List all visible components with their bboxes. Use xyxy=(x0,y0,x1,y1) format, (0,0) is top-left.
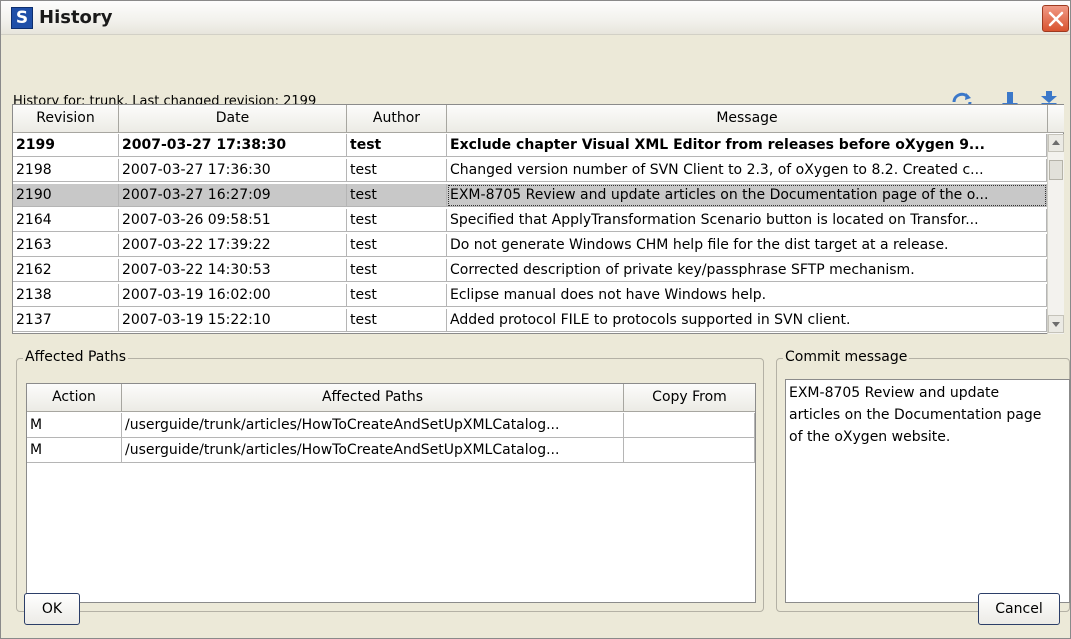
date-cell: 2007-03-27 16:27:09 xyxy=(119,184,347,207)
column-header-action[interactable]: Action xyxy=(27,384,122,412)
cancel-button[interactable]: Cancel xyxy=(978,593,1060,625)
action-cell: M xyxy=(27,438,122,463)
author-cell: test xyxy=(347,259,447,282)
column-header-affected-paths[interactable]: Affected Paths xyxy=(122,384,624,412)
date-cell: 2007-03-26 09:58:51 xyxy=(119,209,347,232)
author-cell: test xyxy=(347,184,447,207)
close-icon xyxy=(1048,11,1064,27)
commit-message-group-label: Commit message xyxy=(783,349,910,365)
affected-paths-table[interactable]: Action Affected Paths Copy From M/usergu… xyxy=(26,383,756,603)
revision-cell: 2163 xyxy=(13,234,119,257)
action-cell: M xyxy=(27,413,122,438)
message-cell: Added protocol FILE to protocols support… xyxy=(447,309,1047,332)
history-dialog: S History History for: trunk. Last chang… xyxy=(0,0,1071,639)
ok-button[interactable]: OK xyxy=(24,593,80,625)
date-cell: 2007-03-19 15:22:10 xyxy=(119,309,347,332)
author-cell: test xyxy=(347,234,447,257)
commit-message-line: of the oXygen website. xyxy=(789,429,951,445)
affected-paths-group-label: Affected Paths xyxy=(23,349,129,365)
column-header-copy-from[interactable]: Copy From xyxy=(624,384,755,412)
message-cell: EXM-8705 Review and update articles on t… xyxy=(447,184,1047,207)
author-cell: test xyxy=(347,284,447,307)
message-cell: Eclipse manual does not have Windows hel… xyxy=(447,284,1047,307)
revision-row[interactable]: 2138 2007-03-19 16:02:00 test Eclipse manua… xyxy=(13,284,1047,307)
message-cell: Specified that ApplyTransformation Scena… xyxy=(447,209,1047,232)
copy-from-cell xyxy=(624,413,755,438)
path-cell: /userguide/trunk/articles/HowToCreateAnd… xyxy=(122,438,624,463)
commit-message-line: articles on the Documentation page xyxy=(789,407,1042,423)
window-title: History xyxy=(39,7,113,28)
author-cell: test xyxy=(347,134,447,157)
column-header-date[interactable]: Date xyxy=(119,105,347,133)
commit-message-text[interactable]: EXM-8705 Review and update articles on t… xyxy=(785,379,1070,603)
message-cell: Corrected description of private key/pas… xyxy=(447,259,1047,282)
author-cell: test xyxy=(347,159,447,182)
svn-app-icon: S xyxy=(11,7,33,29)
revision-table[interactable]: Revision Date Author Message 2199 2007-03… xyxy=(12,104,1064,334)
vertical-scrollbar[interactable] xyxy=(1047,134,1064,334)
message-cell: Exclude chapter Visual XML Editor from r… xyxy=(447,134,1047,157)
date-cell: 2007-03-27 17:36:30 xyxy=(119,159,347,182)
date-cell: 2007-03-27 17:38:30 xyxy=(119,134,347,157)
date-cell: 2007-03-19 16:02:00 xyxy=(119,284,347,307)
column-header-author[interactable]: Author xyxy=(347,105,447,133)
revision-cell: 2199 xyxy=(13,134,119,157)
revision-cell: 2164 xyxy=(13,209,119,232)
scroll-up-icon xyxy=(1052,140,1060,145)
revision-row[interactable]: 2162 2007-03-22 14:30:53 test Corrected des… xyxy=(13,259,1047,282)
commit-message-line: EXM-8705 Review and update xyxy=(789,385,1000,401)
path-cell: /userguide/trunk/articles/HowToCreateAnd… xyxy=(122,413,624,438)
revision-row[interactable]: 2190 2007-03-27 16:27:09 test EXM-8705 Revi… xyxy=(13,184,1047,207)
close-button[interactable] xyxy=(1042,5,1069,32)
date-cell: 2007-03-22 14:30:53 xyxy=(119,259,347,282)
revision-cell: 2137 xyxy=(13,309,119,332)
revision-cell: 2190 xyxy=(13,184,119,207)
message-cell: Changed version number of SVN Client to … xyxy=(447,159,1047,182)
revision-cell: 2162 xyxy=(13,259,119,282)
column-header-message[interactable]: Message xyxy=(447,105,1048,133)
revision-row[interactable]: 2137 2007-03-19 15:22:10 test Added protoco… xyxy=(13,309,1047,332)
revision-cell: 2138 xyxy=(13,284,119,307)
date-cell: 2007-03-22 17:39:22 xyxy=(119,234,347,257)
revision-row[interactable]: 2163 2007-03-22 17:39:22 test Do not genera… xyxy=(13,234,1047,257)
scroll-down-button[interactable] xyxy=(1048,315,1064,333)
revision-row[interactable]: 2164 2007-03-26 09:58:51 test Specified tha… xyxy=(13,209,1047,232)
scrollbar-thumb[interactable] xyxy=(1049,160,1063,180)
title-bar[interactable]: S History xyxy=(1,1,1070,35)
scroll-up-button[interactable] xyxy=(1048,134,1064,152)
author-cell: test xyxy=(347,209,447,232)
author-cell: test xyxy=(347,309,447,332)
revision-row[interactable]: 2198 2007-03-27 17:36:30 test Changed versi… xyxy=(13,159,1047,182)
copy-from-cell xyxy=(624,438,755,463)
scroll-down-icon xyxy=(1052,322,1060,327)
column-header-revision[interactable]: Revision xyxy=(13,105,119,133)
revision-cell: 2198 xyxy=(13,159,119,182)
header-corner xyxy=(1048,105,1064,133)
revision-row[interactable]: 2199 2007-03-27 17:38:30 test Exclude chapt… xyxy=(13,134,1047,157)
message-cell: Do not generate Windows CHM help file fo… xyxy=(447,234,1047,257)
